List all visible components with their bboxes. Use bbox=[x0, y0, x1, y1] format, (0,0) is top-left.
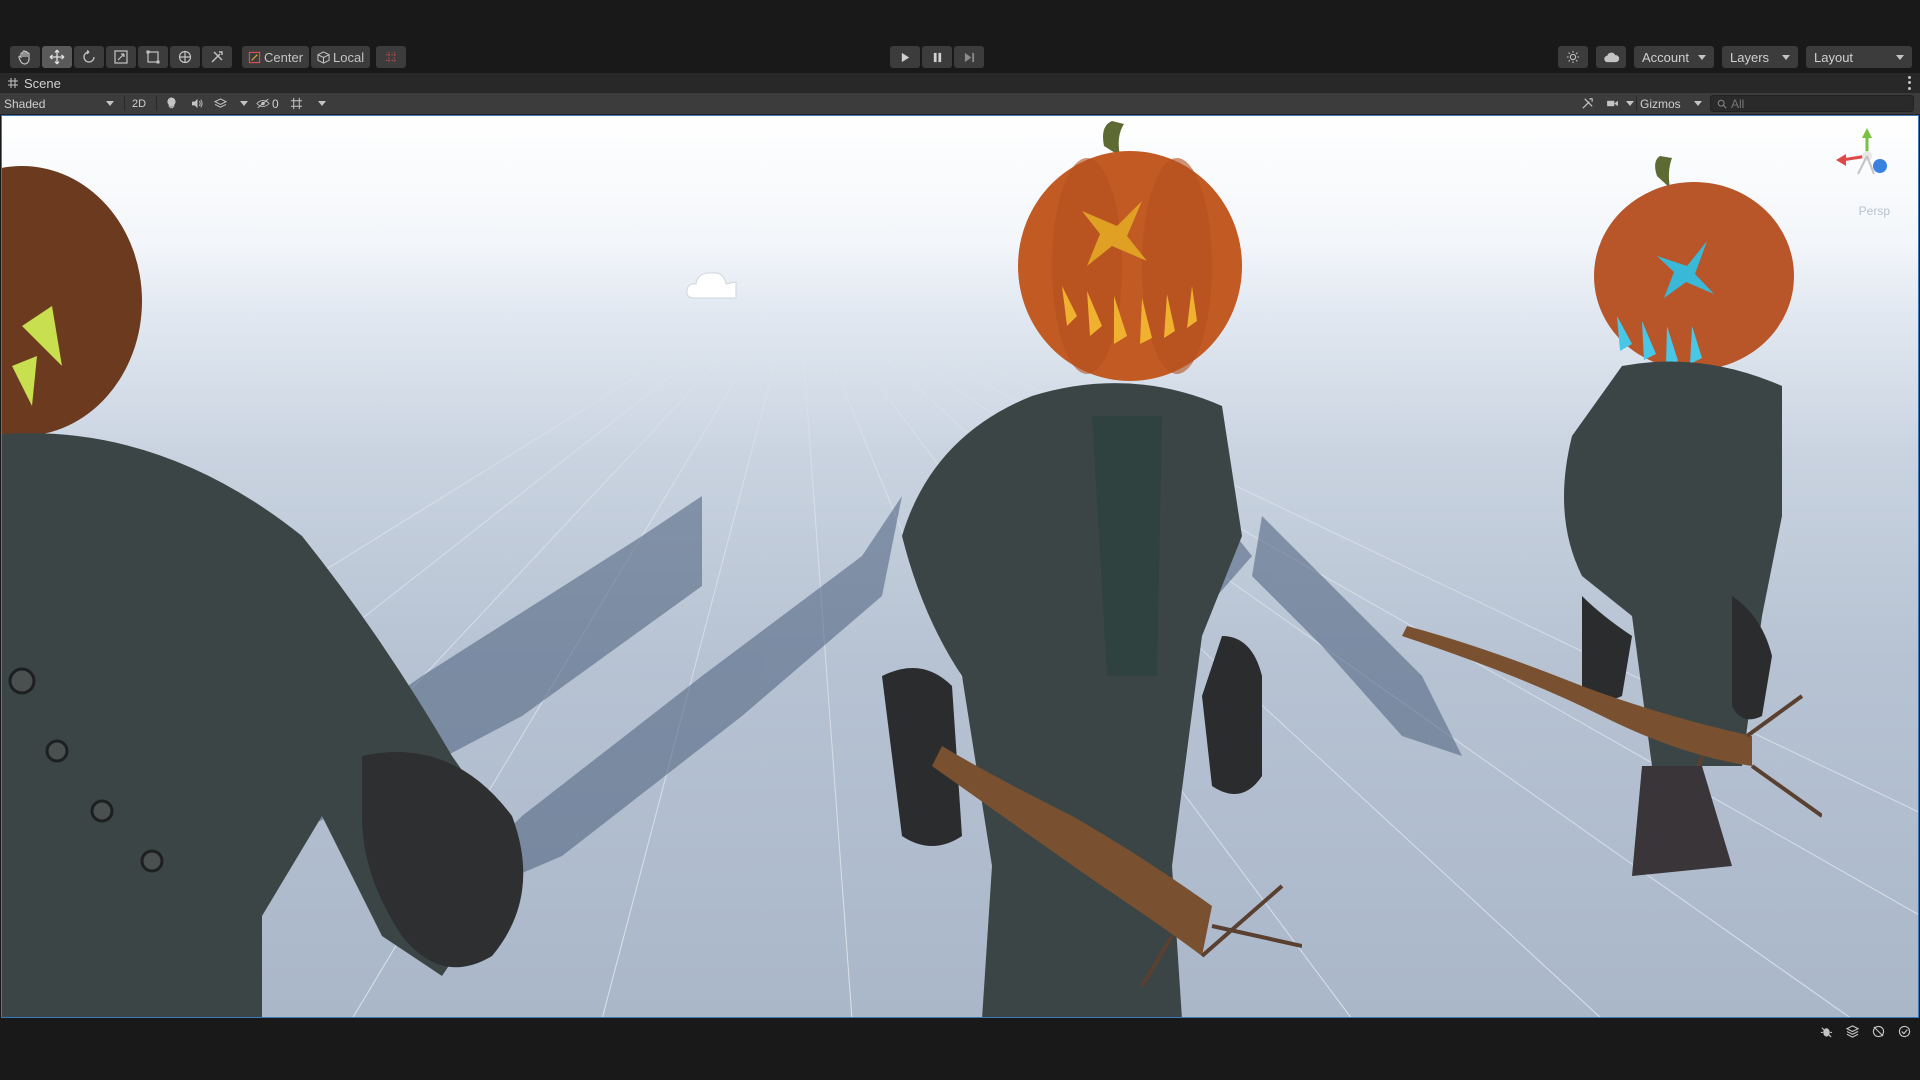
rotate-icon bbox=[83, 49, 95, 63]
draw-mode-label: Shaded bbox=[4, 96, 46, 111]
grid-icon bbox=[290, 97, 303, 110]
2d-label: 2D bbox=[131, 97, 147, 110]
search-icon bbox=[1717, 99, 1727, 109]
pivot-mode-label: Center bbox=[264, 49, 304, 65]
orientation-gizmo[interactable] bbox=[1834, 126, 1900, 210]
chevron-down-icon bbox=[1698, 54, 1706, 60]
divider bbox=[156, 96, 157, 111]
check-circle-icon[interactable] bbox=[1896, 1023, 1912, 1039]
hand-tool-button[interactable] bbox=[10, 46, 40, 68]
rect-icon bbox=[146, 50, 160, 64]
play-icon bbox=[901, 52, 909, 62]
cube-icon bbox=[317, 50, 330, 64]
play-button[interactable] bbox=[890, 46, 920, 68]
camera-dropdown[interactable] bbox=[1606, 93, 1634, 114]
chevron-down-icon bbox=[318, 101, 326, 106]
gizmos-label: Gizmos bbox=[1640, 96, 1681, 111]
cloud-button[interactable] bbox=[1596, 46, 1626, 68]
step-button[interactable] bbox=[954, 46, 984, 68]
account-dropdown[interactable]: Account bbox=[1634, 46, 1714, 68]
scale-tool-button[interactable] bbox=[106, 46, 136, 68]
camera-gizmo-icon bbox=[686, 272, 737, 299]
eye-hidden-icon bbox=[256, 98, 270, 109]
move-tool-button[interactable] bbox=[42, 46, 72, 68]
rotate-tool-button[interactable] bbox=[74, 46, 104, 68]
custom-tool-button[interactable] bbox=[202, 46, 232, 68]
scene-search-input[interactable]: All bbox=[1710, 95, 1914, 112]
layers-stack-icon[interactable] bbox=[1844, 1023, 1860, 1039]
tools-icon bbox=[211, 51, 223, 63]
transform-tools bbox=[10, 46, 232, 68]
lighting-toggle[interactable] bbox=[162, 93, 180, 114]
main-toolbar: Center Local Account Layers Layout bbox=[0, 0, 1920, 73]
chevron-down-icon bbox=[240, 101, 248, 106]
chevron-down-icon bbox=[1782, 54, 1790, 60]
sun-icon bbox=[1566, 50, 1580, 64]
draw-mode-dropdown[interactable]: Shaded bbox=[4, 93, 118, 114]
scene-viewport[interactable]: Persp bbox=[1, 115, 1919, 1018]
projection-label[interactable]: Persp bbox=[1859, 204, 1890, 218]
pumpkin-character-left bbox=[2, 166, 524, 1017]
grid-snap-button[interactable] bbox=[376, 46, 406, 68]
2d-toggle[interactable]: 2D bbox=[130, 93, 148, 114]
transform-icon bbox=[178, 50, 192, 64]
pivot-space-button[interactable]: Local bbox=[311, 46, 371, 68]
grid-snap-icon bbox=[385, 51, 397, 63]
axis-gizmo-icon bbox=[1836, 128, 1887, 175]
pause-button[interactable] bbox=[922, 46, 952, 68]
cloud-icon bbox=[1603, 52, 1619, 62]
chevron-down-icon bbox=[1626, 101, 1634, 106]
speaker-icon bbox=[191, 98, 203, 109]
play-controls bbox=[890, 46, 984, 68]
tab-scene[interactable]: Scene bbox=[0, 73, 69, 93]
gizmos-dropdown[interactable]: Gizmos bbox=[1640, 93, 1702, 114]
scene-tab-bar: Scene bbox=[0, 73, 1920, 93]
divider bbox=[124, 96, 125, 111]
status-icons bbox=[1818, 1023, 1912, 1039]
hidden-objects-toggle[interactable]: 0 bbox=[256, 93, 284, 114]
pivot-space-label: Local bbox=[333, 49, 365, 65]
rect-tool-button[interactable] bbox=[138, 46, 168, 68]
move-icon bbox=[49, 49, 65, 65]
pumpkin-character-right bbox=[1402, 156, 1822, 876]
chevron-down-icon bbox=[1896, 54, 1904, 60]
status-bar bbox=[0, 1018, 1920, 1080]
pause-icon bbox=[933, 52, 941, 62]
toolbar-right: Account Layers Layout bbox=[1558, 46, 1912, 68]
services-button[interactable] bbox=[1558, 46, 1588, 68]
account-label: Account bbox=[1642, 49, 1689, 65]
pivot-controls: Center Local bbox=[242, 46, 371, 68]
search-placeholder: All bbox=[1731, 96, 1745, 111]
camera-icon bbox=[1607, 100, 1618, 107]
lightbulb-icon bbox=[166, 97, 176, 109]
scale-icon bbox=[114, 50, 128, 64]
layout-dropdown[interactable]: Layout bbox=[1806, 46, 1912, 68]
tab-menu-button[interactable] bbox=[1906, 75, 1912, 91]
tools-icon bbox=[1581, 98, 1593, 109]
tools-toggle[interactable] bbox=[1578, 93, 1596, 114]
debug-icon[interactable] bbox=[1818, 1023, 1834, 1039]
step-icon bbox=[964, 52, 974, 62]
chevron-down-icon bbox=[1694, 101, 1702, 106]
transform-tool-button[interactable] bbox=[170, 46, 200, 68]
pivot-center-icon bbox=[248, 51, 261, 63]
audio-toggle[interactable] bbox=[188, 93, 206, 114]
layers-label: Layers bbox=[1730, 49, 1770, 65]
hand-icon bbox=[18, 50, 30, 65]
chevron-down-icon bbox=[106, 101, 114, 106]
layers-dropdown[interactable]: Layers bbox=[1722, 46, 1798, 68]
effects-dropdown[interactable] bbox=[214, 93, 248, 114]
scene-view-toolbar: Shaded 2D 0 Gizmos All bbox=[0, 93, 1920, 115]
network-off-icon[interactable] bbox=[1870, 1023, 1886, 1039]
effects-icon bbox=[214, 98, 227, 108]
pivot-mode-button[interactable]: Center bbox=[242, 46, 310, 68]
pumpkin-character-center bbox=[882, 121, 1302, 1017]
layout-label: Layout bbox=[1814, 49, 1854, 65]
divider bbox=[1636, 96, 1637, 111]
grid-icon bbox=[8, 78, 18, 88]
grid-settings-dropdown[interactable] bbox=[290, 93, 326, 114]
toolbar-row: Center Local Account Layers Layout bbox=[0, 46, 1920, 70]
hidden-count: 0 bbox=[272, 96, 279, 111]
tab-scene-label: Scene bbox=[24, 75, 61, 91]
